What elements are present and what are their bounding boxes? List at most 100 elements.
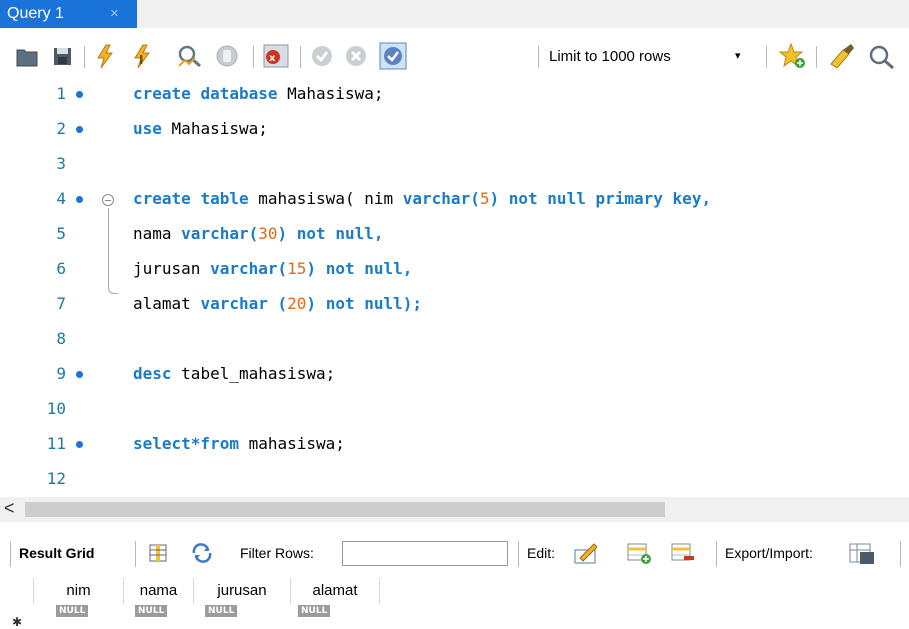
- result-grid-tab[interactable]: Result Grid: [19, 545, 94, 561]
- find-icon[interactable]: [866, 42, 896, 70]
- null-cell[interactable]: NULL: [135, 605, 168, 617]
- code-text: create database Mahasiswa;: [133, 84, 384, 103]
- line-number: 3: [56, 154, 66, 173]
- line-number: 7: [56, 294, 66, 313]
- line-number: 4: [56, 189, 66, 208]
- code-text: desc tabel_mahasiswa;: [133, 364, 336, 383]
- tab-query-1[interactable]: Query 1 ×: [0, 0, 137, 28]
- line-number: 2: [56, 119, 66, 138]
- scroll-left-icon[interactable]: <: [4, 498, 15, 519]
- edit-label: Edit:: [527, 545, 556, 561]
- toggle-error-icon[interactable]: x: [262, 42, 290, 70]
- toolbar-separator: [716, 541, 717, 567]
- toolbar-separator: [253, 46, 254, 68]
- result-grid[interactable]: nim nama jurusan alamat NULL NULL NULL N…: [0, 578, 380, 629]
- code-line: 8: [0, 323, 909, 357]
- stop-icon[interactable]: [214, 42, 240, 70]
- toolbar-separator: [300, 46, 301, 68]
- tab-title: Query 1: [7, 5, 64, 22]
- code-line: 1 create database Mahasiswa;: [0, 78, 909, 112]
- execute-current-icon[interactable]: I: [130, 42, 158, 70]
- explain-icon[interactable]: [175, 42, 205, 70]
- result-toolbar: Result Grid Filter Rows: Edit: Export/Im…: [0, 535, 909, 571]
- toolbar-separator: [518, 541, 519, 567]
- svg-text:I: I: [139, 53, 143, 67]
- column-header-alamat[interactable]: alamat: [291, 578, 380, 604]
- export-import-label: Export/Import:: [725, 545, 813, 561]
- column-header-nim[interactable]: nim: [34, 578, 124, 604]
- code-text: nama varchar(30) not null,: [133, 224, 384, 243]
- null-cell[interactable]: NULL: [56, 605, 89, 617]
- code-line: 4 create table mahasiswa( nim varchar(5)…: [0, 183, 909, 217]
- code-line: 6 jurusan varchar(15) not null,: [0, 253, 909, 287]
- export-icon[interactable]: [848, 541, 876, 565]
- toolbar-separator: [900, 541, 901, 567]
- toolbar-separator: [10, 541, 11, 567]
- toolbar-separator: [84, 46, 85, 68]
- statement-marker-icon: [76, 441, 83, 448]
- line-number: 11: [46, 434, 66, 453]
- code-text: jurusan varchar(15) not null,: [133, 259, 413, 278]
- scrollbar-thumb[interactable]: [25, 502, 665, 517]
- code-line: 5 nama varchar(30) not null,: [0, 218, 909, 252]
- line-number: 5: [56, 224, 66, 243]
- statement-marker-icon: [76, 196, 83, 203]
- toolbar-separator: [538, 46, 539, 68]
- save-icon[interactable]: [52, 42, 74, 70]
- tab-close-icon[interactable]: ×: [110, 5, 119, 22]
- toolbar-separator: [816, 46, 817, 68]
- toolbar-separator: [766, 46, 767, 68]
- limit-rows-label: Limit to 1000 rows: [549, 48, 671, 65]
- line-number: 10: [46, 399, 66, 418]
- autocommit-icon[interactable]: [379, 42, 407, 70]
- sql-editor[interactable]: 1 create database Mahasiswa; 2 use Mahas…: [0, 78, 909, 490]
- code-line: 12: [0, 463, 909, 497]
- delete-row-icon[interactable]: [670, 541, 696, 565]
- code-text: select*from mahasiswa;: [133, 434, 345, 453]
- add-snippet-icon[interactable]: [778, 42, 808, 70]
- svg-text:x: x: [269, 53, 276, 64]
- code-line: 10: [0, 393, 909, 427]
- filter-rows-label: Filter Rows:: [240, 545, 314, 561]
- line-number: 1: [56, 84, 66, 103]
- code-text: alamat varchar (20) not null);: [133, 294, 423, 313]
- code-line: 2 use Mahasiswa;: [0, 113, 909, 147]
- code-line: 3: [0, 148, 909, 182]
- line-number: 6: [56, 259, 66, 278]
- fold-toggle-icon[interactable]: [102, 194, 114, 206]
- limit-rows-select[interactable]: Limit to 1000 rows ▾: [549, 48, 751, 72]
- line-number: 8: [56, 329, 66, 348]
- statement-marker-icon: [76, 371, 83, 378]
- rollback-icon[interactable]: [343, 42, 369, 70]
- code-line: 7 alamat varchar (20) not null);: [0, 288, 909, 322]
- toolbar-separator: [135, 541, 136, 567]
- editor-horizontal-scrollbar[interactable]: <: [0, 497, 909, 522]
- row-header-column: [0, 578, 34, 604]
- code-line: 9 desc tabel_mahasiswa;: [0, 358, 909, 392]
- column-header-jurusan[interactable]: jurusan: [194, 578, 291, 604]
- execute-icon[interactable]: [93, 42, 119, 70]
- commit-icon[interactable]: [309, 42, 335, 70]
- null-cell[interactable]: NULL: [205, 605, 238, 617]
- statement-marker-icon: [76, 126, 83, 133]
- beautify-icon[interactable]: [827, 42, 857, 70]
- line-number: 9: [56, 364, 66, 383]
- code-text: create table mahasiswa( nim varchar(5) n…: [133, 189, 712, 208]
- chevron-down-icon: ▾: [735, 50, 741, 62]
- sql-editor-toolbar: I x Limit to 1000 rows ▾: [0, 36, 909, 78]
- filter-rows-input[interactable]: [342, 541, 508, 566]
- grid-view-icon[interactable]: [148, 543, 168, 563]
- null-cell[interactable]: NULL: [298, 605, 331, 617]
- edit-row-icon[interactable]: [572, 540, 600, 566]
- query-tab-bar: Query 1 ×: [0, 0, 909, 28]
- statement-marker-icon: [76, 91, 83, 98]
- new-row[interactable]: NULL NULL NULL NULL: [0, 605, 380, 619]
- code-line: 11 select*from mahasiswa;: [0, 428, 909, 462]
- line-number: 12: [46, 469, 66, 488]
- refresh-icon[interactable]: [190, 543, 214, 563]
- insert-row-icon[interactable]: [626, 541, 652, 565]
- column-header-nama[interactable]: nama: [124, 578, 194, 604]
- open-folder-icon[interactable]: [15, 42, 39, 70]
- new-row-marker-icon: ✱: [12, 615, 23, 629]
- code-text: use Mahasiswa;: [133, 119, 268, 138]
